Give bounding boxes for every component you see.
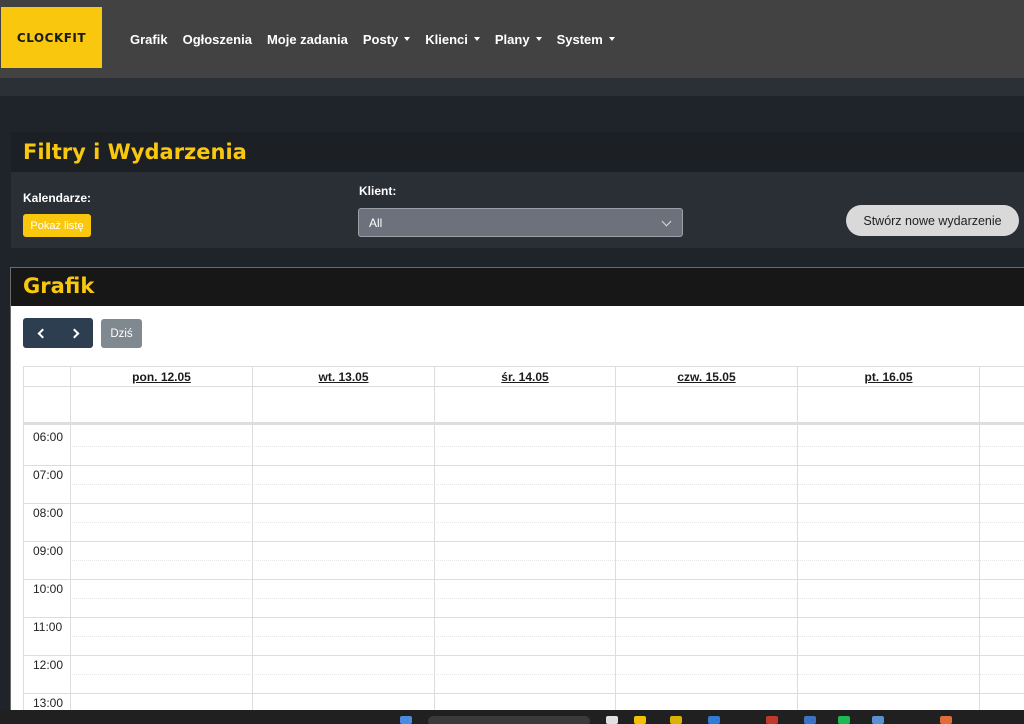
time-slot-row[interactable]: 08:00 — [23, 504, 1024, 542]
today-button[interactable]: Dziś — [101, 319, 142, 348]
chevron-down-icon — [661, 216, 672, 227]
schedule-title: Grafik — [23, 274, 95, 298]
hour-label: 06:00 — [33, 430, 64, 444]
create-event-button[interactable]: Stwórz nowe wydarzenie — [846, 205, 1019, 236]
nav-item-moje-zadania[interactable]: Moje zadania — [267, 32, 348, 47]
half-hour-line — [70, 484, 1024, 485]
day-header-fri[interactable]: pt. 16.05 — [797, 367, 979, 387]
filters-body: Kalendarze: Pokaż listę Klient: All Stwó… — [11, 172, 1024, 248]
caret-down-icon — [473, 37, 480, 41]
half-hour-line — [70, 636, 1024, 637]
browser-icon[interactable] — [766, 716, 778, 724]
half-hour-line — [70, 674, 1024, 675]
taskbar-app-icon[interactable] — [940, 716, 952, 724]
schedule-header: Grafik — [11, 268, 1024, 306]
week-nav-group — [23, 318, 93, 348]
taskbar-app-icon[interactable] — [606, 716, 618, 724]
time-slot-row[interactable]: 11:00 — [23, 618, 1024, 656]
top-navbar: CLOCKFIT Grafik Ogłoszenia Moje zadania … — [0, 0, 1024, 78]
caret-down-icon — [608, 37, 615, 41]
half-hour-line — [70, 522, 1024, 523]
taskbar-app-icon[interactable] — [838, 716, 850, 724]
day-header-mon[interactable]: pon. 12.05 — [70, 367, 252, 387]
calendars-label: Kalendarze: — [23, 191, 92, 205]
nav-item-ogloszenia[interactable]: Ogłoszenia — [183, 32, 252, 47]
show-list-button[interactable]: Pokaż listę — [23, 214, 91, 237]
taskbar-app-icon[interactable] — [872, 716, 884, 724]
windows-start-icon[interactable] — [400, 716, 412, 724]
caret-down-icon — [535, 37, 542, 41]
time-slot-row[interactable]: 09:00 — [23, 542, 1024, 580]
filters-title: Filtry i Wydarzenia — [23, 140, 247, 164]
client-label: Klient: — [359, 184, 397, 198]
time-slot-row[interactable]: 12:00 — [23, 656, 1024, 694]
half-hour-line — [70, 598, 1024, 599]
taskbar-search[interactable] — [428, 716, 590, 724]
nav-item-plany[interactable]: Plany — [495, 32, 542, 47]
time-slot-row[interactable]: 10:00 — [23, 580, 1024, 618]
hour-label: 12:00 — [33, 658, 64, 672]
nav-item-posty[interactable]: Posty — [363, 32, 411, 47]
hour-label: 13:00 — [33, 696, 64, 710]
client-select-value: All — [369, 215, 383, 230]
time-slot-row[interactable]: 07:00 — [23, 466, 1024, 504]
all-day-row[interactable] — [23, 387, 1024, 425]
caret-down-icon — [404, 37, 411, 41]
clockfit-logo[interactable]: CLOCKFIT — [1, 7, 102, 68]
week-calendar: pon. 12.05 wt. 13.05 śr. 14.05 czw. 15.0… — [23, 366, 1024, 723]
nav-item-grafik[interactable]: Grafik — [130, 32, 168, 47]
chevron-right-icon — [69, 328, 79, 338]
day-header-next — [979, 367, 1024, 387]
hour-label: 08:00 — [33, 506, 64, 520]
folder-icon[interactable] — [634, 716, 646, 724]
hour-label: 10:00 — [33, 582, 64, 596]
filters-card: Filtry i Wydarzenia Kalendarze: Pokaż li… — [11, 132, 1024, 248]
half-hour-line — [70, 560, 1024, 561]
header-strip — [0, 78, 1024, 96]
day-header-wed[interactable]: śr. 14.05 — [434, 367, 615, 387]
chevron-left-icon — [37, 328, 47, 338]
taskbar-app-icon[interactable] — [708, 716, 720, 724]
half-hour-line — [70, 446, 1024, 447]
schedule-card: Grafik Dziś pon. 12.05 wt. 13.05 śr. 14.… — [10, 267, 1024, 724]
day-header-thu[interactable]: czw. 15.05 — [615, 367, 797, 387]
prev-week-button[interactable] — [23, 318, 58, 348]
hour-label: 11:00 — [33, 620, 63, 634]
time-slot-row[interactable]: 06:00 — [23, 428, 1024, 466]
taskbar-app-icon[interactable] — [670, 716, 682, 724]
nav-item-klienci[interactable]: Klienci — [425, 32, 480, 47]
day-header-tue[interactable]: wt. 13.05 — [252, 367, 434, 387]
nav-item-system[interactable]: System — [557, 32, 615, 47]
hour-label: 07:00 — [33, 468, 64, 482]
nav-menu: Grafik Ogłoszenia Moje zadania Posty Kli… — [130, 0, 630, 78]
next-week-button[interactable] — [58, 318, 93, 348]
client-select[interactable]: All — [358, 208, 683, 237]
calendar-day-headers: pon. 12.05 wt. 13.05 śr. 14.05 czw. 15.0… — [23, 366, 1024, 387]
taskbar-app-icon[interactable] — [804, 716, 816, 724]
hour-label: 09:00 — [33, 544, 64, 558]
